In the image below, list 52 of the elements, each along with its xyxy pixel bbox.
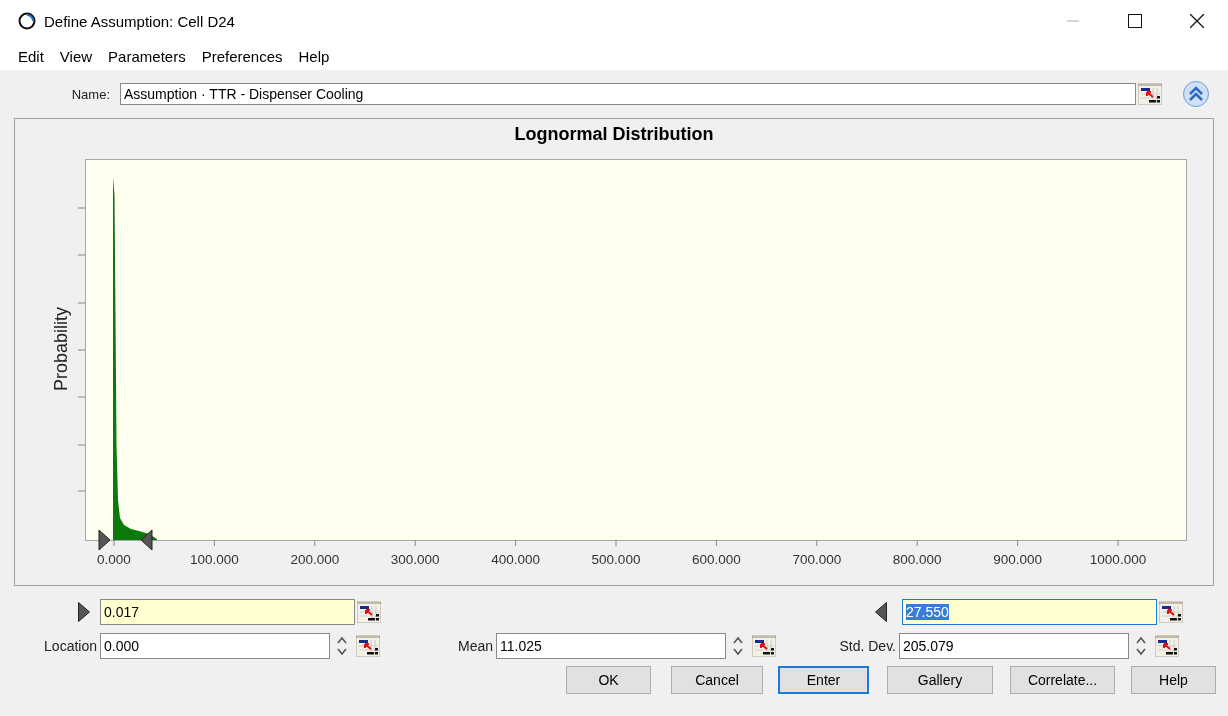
lower-bound-icon	[78, 602, 90, 622]
dialog-button[interactable]: Correlate...	[1010, 666, 1115, 694]
bound-field[interactable]: 0.017	[100, 599, 355, 625]
parameter-label: Location	[43, 638, 98, 654]
parameter-label: Mean	[456, 638, 494, 654]
dialog-button[interactable]: OK	[566, 666, 651, 694]
x-tick-label: 800.000	[892, 552, 942, 567]
bound-field[interactable]: 27.550	[902, 599, 1157, 625]
ring-icon	[18, 12, 36, 30]
close-icon[interactable]	[1190, 14, 1204, 28]
x-tick-label: 600.000	[692, 552, 741, 567]
name-label: Name:	[70, 86, 111, 102]
menu-item[interactable]: Preferences	[193, 47, 291, 65]
upper-bound-marker[interactable]	[140, 529, 153, 551]
x-tick-label: 0.000	[97, 552, 131, 567]
table-arrow-icon[interactable]	[1155, 635, 1179, 657]
x-tick-label: 900.000	[993, 552, 1042, 567]
maximize-icon[interactable]	[1128, 14, 1142, 28]
table-arrow-icon[interactable]	[752, 635, 776, 657]
parameter-field[interactable]: 11.025	[496, 633, 726, 659]
y-axis-title: Probability	[51, 307, 71, 391]
x-tick-label: 300.000	[390, 552, 440, 567]
menu-item[interactable]: Help	[290, 47, 338, 65]
x-tick-label: 100.000	[190, 552, 239, 567]
x-tick-label: 500.000	[591, 552, 641, 567]
table-arrow-icon[interactable]	[356, 635, 380, 657]
table-arrow-icon[interactable]	[1159, 601, 1183, 623]
table-arrow-icon[interactable]	[357, 601, 381, 623]
x-tick-label: 700.000	[792, 552, 842, 567]
menu-item[interactable]: Edit	[10, 47, 52, 65]
spinner-arrows-icon[interactable]	[336, 635, 348, 657]
dialog-button[interactable]: Enter	[778, 666, 869, 694]
spinner-arrows-icon[interactable]	[732, 635, 744, 657]
lower-bound-marker[interactable]	[98, 529, 111, 551]
menu-item[interactable]: View	[51, 47, 101, 65]
upper-bound-icon	[875, 602, 887, 622]
x-tick-label: 1000.000	[1089, 552, 1147, 567]
menu-item[interactable]: Parameters	[100, 47, 194, 65]
dialog-button[interactable]: Help	[1131, 666, 1216, 694]
window-title: Define Assumption: Cell D24	[44, 12, 236, 30]
x-tick-label: 200.000	[290, 552, 340, 567]
dialog-button[interactable]: Gallery	[887, 666, 993, 694]
spinner-arrows-icon[interactable]	[1135, 635, 1147, 657]
name-field[interactable]: Assumption · TTR - Dispenser Cooling	[120, 83, 1136, 105]
x-tick-label: 400.000	[491, 552, 540, 567]
table-arrow-icon[interactable]	[1138, 83, 1162, 105]
dialog-button[interactable]: Cancel	[671, 666, 763, 694]
collapse-button[interactable]	[1182, 80, 1210, 108]
parameter-label: Std. Dev.	[838, 638, 897, 654]
parameter-field[interactable]: 0.000	[100, 633, 330, 659]
chart-title: Lognormal Distribution	[514, 124, 714, 145]
parameter-field[interactable]: 205.079	[899, 633, 1129, 659]
